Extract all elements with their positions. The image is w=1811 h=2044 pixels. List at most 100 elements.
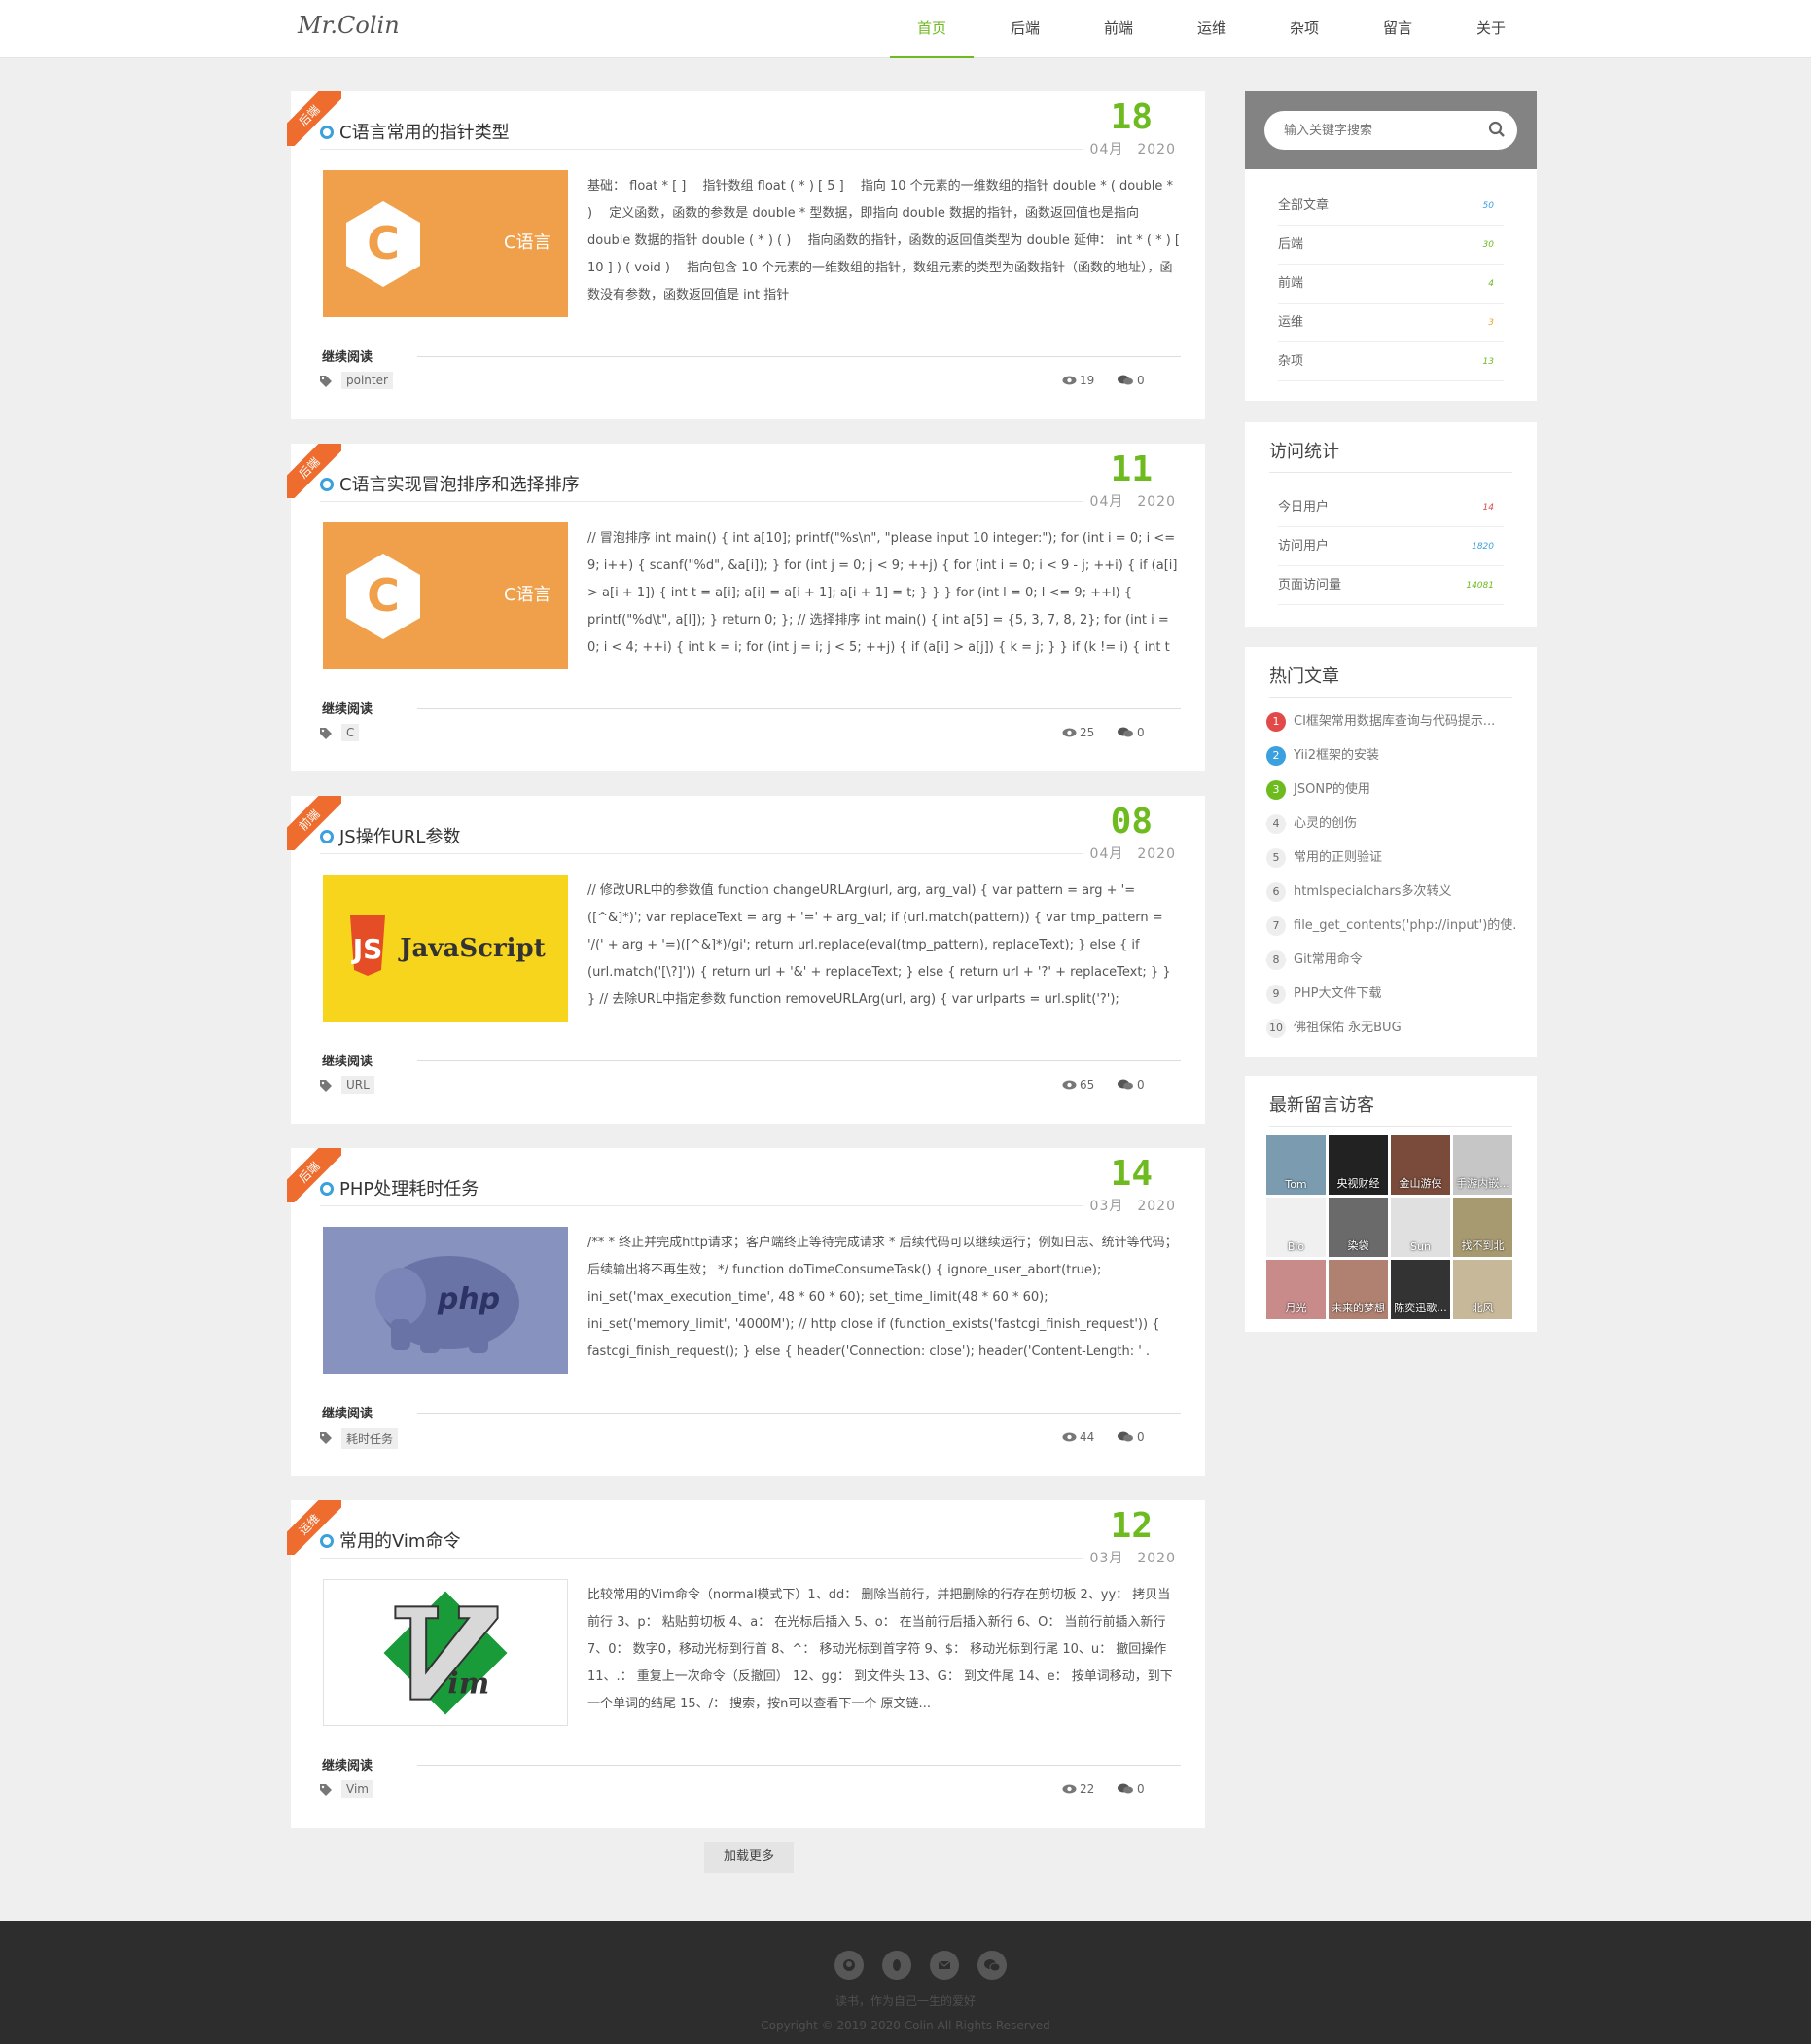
category-item[interactable]: 全部文章 50 bbox=[1278, 187, 1504, 226]
nav-frontend[interactable]: 前端 bbox=[1077, 0, 1160, 58]
divider bbox=[417, 1060, 1181, 1061]
hot-post-item[interactable]: 8 Git常用命令 bbox=[1266, 946, 1515, 975]
search-icon[interactable] bbox=[1488, 121, 1506, 142]
visitor-avatar[interactable]: 找不到北 bbox=[1453, 1198, 1512, 1257]
nav-backend[interactable]: 后端 bbox=[983, 0, 1067, 58]
category-item[interactable]: 前端 4 bbox=[1278, 265, 1504, 304]
post-title[interactable]: JS操作URL参数 bbox=[320, 823, 1083, 854]
post-month: 04月 bbox=[1089, 494, 1124, 510]
visitor-avatar[interactable]: 陈奕迅歌... bbox=[1391, 1260, 1450, 1319]
post-thumbnail[interactable]: C C语言 bbox=[323, 522, 568, 669]
category-name: 杂项 bbox=[1278, 354, 1304, 369]
post-date: 04月 2020 bbox=[1090, 139, 1176, 159]
divider bbox=[417, 1765, 1181, 1766]
views-count: 44 bbox=[1062, 1430, 1094, 1444]
visitor-avatar[interactable]: Sun bbox=[1391, 1198, 1450, 1257]
hot-post-rank: 9 bbox=[1266, 985, 1286, 1004]
post-title-text[interactable]: 常用的Vim命令 bbox=[339, 1531, 460, 1552]
hot-post-item[interactable]: 4 心灵的创伤 bbox=[1266, 809, 1515, 839]
load-more-button[interactable]: 加载更多 bbox=[704, 1842, 794, 1873]
visitor-name: 金山游侠 bbox=[1399, 1177, 1442, 1190]
post-excerpt: 基础： float * [ ] 指针数组 float ( * ) [ 5 ] 指… bbox=[587, 179, 1180, 303]
nav-guestbook[interactable]: 留言 bbox=[1356, 0, 1439, 58]
eye-icon bbox=[1062, 1432, 1077, 1442]
title-dot-icon bbox=[320, 1182, 334, 1196]
post-tag[interactable]: Vim bbox=[341, 1780, 373, 1798]
eye-icon bbox=[1062, 376, 1077, 385]
hot-post-title: file_get_contents('php://input')的使... bbox=[1294, 918, 1515, 933]
category-item[interactable]: 后端 30 bbox=[1278, 226, 1504, 265]
post-tag[interactable]: 耗时任务 bbox=[341, 1428, 399, 1449]
divider bbox=[417, 356, 1181, 357]
nav-home[interactable]: 首页 bbox=[890, 0, 974, 58]
hot-post-item[interactable]: 9 PHP大文件下载 bbox=[1266, 980, 1515, 1009]
hot-post-title: CI框架常用数据库查询与代码提示... bbox=[1294, 714, 1496, 729]
visitor-name: 陈奕迅歌... bbox=[1394, 1302, 1447, 1314]
category-item[interactable]: 运维 3 bbox=[1278, 304, 1504, 342]
visitor-avatar[interactable]: Bio bbox=[1266, 1198, 1326, 1257]
post-title-text[interactable]: JS操作URL参数 bbox=[339, 827, 460, 847]
tags-icon bbox=[320, 1077, 336, 1095]
post-title[interactable]: PHP处理耗时任务 bbox=[320, 1175, 1083, 1206]
read-more-link[interactable]: 继续阅读 bbox=[322, 1403, 373, 1421]
stat-name: 今日用户 bbox=[1278, 500, 1330, 515]
hot-post-item[interactable]: 6 htmlspecialchars多次转义 bbox=[1266, 878, 1515, 907]
nav-ops[interactable]: 运维 bbox=[1170, 0, 1254, 58]
hot-post-title: 佛祖保佑 永无BUG bbox=[1294, 1021, 1402, 1035]
hot-post-title: Yii2框架的安装 bbox=[1294, 748, 1379, 763]
search-input[interactable] bbox=[1264, 111, 1517, 150]
visitor-avatar[interactable]: 月光 bbox=[1266, 1260, 1326, 1319]
post-year: 2020 bbox=[1137, 494, 1176, 510]
wechat-icon[interactable] bbox=[977, 1951, 1007, 1980]
post-title-text[interactable]: C语言常用的指针类型 bbox=[339, 123, 510, 143]
read-more-link[interactable]: 继续阅读 bbox=[322, 699, 373, 717]
read-more-link[interactable]: 继续阅读 bbox=[322, 1755, 373, 1774]
post-thumbnail[interactable]: im bbox=[323, 1579, 568, 1726]
comment-icon bbox=[1118, 375, 1133, 385]
hot-post-item[interactable]: 2 Yii2框架的安装 bbox=[1266, 741, 1515, 771]
visitor-avatar[interactable]: 金山游侠 bbox=[1391, 1135, 1450, 1195]
hot-post-item[interactable]: 5 常用的正则验证 bbox=[1266, 843, 1515, 873]
svg-text:JS: JS bbox=[351, 933, 383, 965]
title-dot-icon bbox=[320, 126, 334, 139]
visitor-avatar[interactable]: 手游内嵌... bbox=[1453, 1135, 1512, 1195]
comment-icon bbox=[1118, 1783, 1133, 1794]
mail-icon[interactable] bbox=[930, 1951, 959, 1980]
post-title-text[interactable]: PHP处理耗时任务 bbox=[339, 1179, 479, 1200]
read-more-link[interactable]: 继续阅读 bbox=[322, 346, 373, 365]
visitor-avatar[interactable]: 染袋 bbox=[1329, 1198, 1388, 1257]
visitor-avatar[interactable]: 央视财经 bbox=[1329, 1135, 1388, 1195]
category-item[interactable]: 杂项 13 bbox=[1278, 342, 1504, 381]
nav-about[interactable]: 关于 bbox=[1449, 0, 1533, 58]
hot-post-item[interactable]: 3 JSONP的使用 bbox=[1266, 775, 1515, 805]
svg-text:C: C bbox=[367, 569, 400, 622]
post-tag[interactable]: URL bbox=[341, 1076, 374, 1094]
footer-slogan: 读书，作为自己一生的爱好 bbox=[834, 1994, 976, 2008]
visitor-name: Tom bbox=[1285, 1178, 1307, 1191]
post-day: 08 bbox=[1110, 802, 1153, 842]
post-title[interactable]: C语言常用的指针类型 bbox=[320, 119, 1083, 150]
tags-icon bbox=[320, 725, 336, 743]
category-count: 4 bbox=[1488, 279, 1494, 289]
post-title[interactable]: 常用的Vim命令 bbox=[320, 1527, 1083, 1559]
post-tag[interactable]: C bbox=[341, 724, 360, 741]
visitor-avatar[interactable]: 未来的梦想 bbox=[1329, 1260, 1388, 1319]
read-more-link[interactable]: 继续阅读 bbox=[322, 1051, 373, 1069]
github-icon[interactable] bbox=[834, 1951, 864, 1980]
post-thumbnail[interactable]: C C语言 bbox=[323, 170, 568, 317]
post-day: 12 bbox=[1110, 1506, 1153, 1546]
nav-misc[interactable]: 杂项 bbox=[1262, 0, 1346, 58]
post-tag[interactable]: pointer bbox=[341, 372, 393, 389]
post-title-text[interactable]: C语言实现冒泡排序和选择排序 bbox=[339, 475, 580, 495]
hot-post-item[interactable]: 10 佛祖保佑 永无BUG bbox=[1266, 1014, 1515, 1043]
hot-post-item[interactable]: 7 file_get_contents('php://input')的使... bbox=[1266, 912, 1515, 941]
qq-icon[interactable] bbox=[882, 1951, 911, 1980]
visitor-avatar[interactable]: Tom bbox=[1266, 1135, 1326, 1195]
post-thumbnail[interactable]: php bbox=[323, 1227, 568, 1374]
post-year: 2020 bbox=[1137, 846, 1176, 862]
hot-post-item[interactable]: 1 CI框架常用数据库查询与代码提示... bbox=[1266, 707, 1515, 736]
visitor-avatar[interactable]: 北风 bbox=[1453, 1260, 1512, 1319]
post-title[interactable]: C语言实现冒泡排序和选择排序 bbox=[320, 471, 1083, 502]
post-thumbnail[interactable]: JS JavaScript bbox=[323, 875, 568, 1022]
site-logo[interactable]: Mr.Colin bbox=[298, 12, 400, 39]
